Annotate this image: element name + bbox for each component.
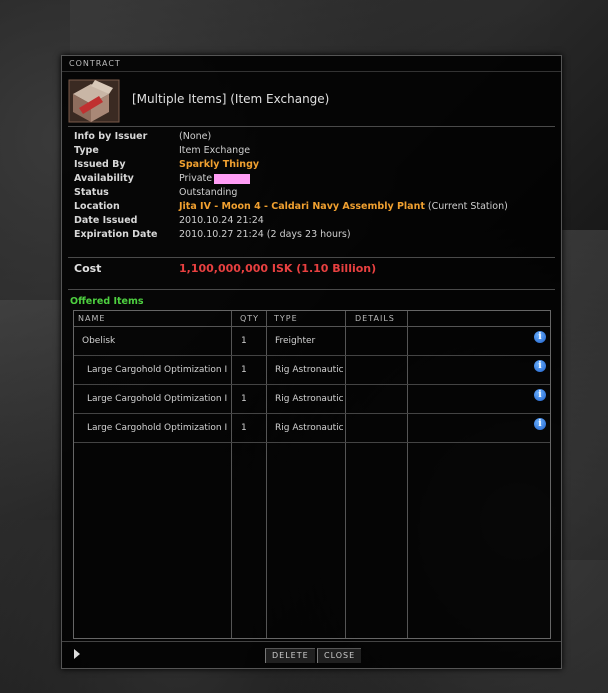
- column-header-qty[interactable]: QTY: [236, 311, 259, 326]
- info-label: Location: [74, 201, 120, 212]
- table-header: NAME QTY TYPE DETAILS: [74, 311, 550, 327]
- expand-arrow-icon[interactable]: [74, 649, 80, 659]
- cost-bottom-divider: [68, 289, 555, 290]
- availability-text: Private: [179, 173, 213, 184]
- info-value: 2010.10.24 21:24: [179, 215, 264, 226]
- location-suffix: (Current Station): [427, 201, 508, 212]
- contract-window[interactable]: CONTRACT [Multiple Items] (Item Exchange…: [61, 55, 562, 669]
- item-name: Obelisk: [82, 336, 116, 346]
- info-row-issuer-info: Info by Issuer (None): [74, 130, 554, 144]
- contract-item-exchange-icon: [68, 79, 120, 123]
- info-icon[interactable]: i: [534, 331, 546, 343]
- info-row-type: Type Item Exchange: [74, 144, 554, 158]
- info-row-location: Location Jita IV - Moon 4 - Caldari Navy…: [74, 200, 554, 214]
- cost-label: Cost: [74, 262, 102, 275]
- contract-header: [Multiple Items] (Item Exchange): [62, 72, 561, 127]
- item-qty: 1: [241, 336, 247, 346]
- item-type: Rig Astronautic: [275, 365, 344, 375]
- info-row-expiration-date: Expiration Date 2010.10.27 21:24 (2 days…: [74, 228, 554, 242]
- item-type: Rig Astronautic: [275, 423, 344, 433]
- header-divider: [68, 126, 555, 127]
- item-type: Rig Astronautic: [275, 394, 344, 404]
- info-icon[interactable]: i: [534, 389, 546, 401]
- item-qty: 1: [241, 423, 247, 433]
- item-qty: 1: [241, 394, 247, 404]
- info-value: (None): [179, 131, 212, 142]
- window-footer: DELETE CLOSE: [62, 641, 561, 668]
- info-value: Outstanding: [179, 187, 238, 198]
- column-header-type[interactable]: TYPE: [270, 311, 298, 326]
- availability-value: Private: [179, 172, 251, 186]
- info-icon[interactable]: i: [534, 360, 546, 372]
- item-name: Large Cargohold Optimization I: [87, 423, 228, 433]
- redacted-name-box: [214, 173, 251, 184]
- info-label: Issued By: [74, 159, 126, 170]
- info-label: Status: [74, 187, 109, 198]
- info-label: Expiration Date: [74, 229, 158, 240]
- location-link[interactable]: Jita IV - Moon 4 - Caldari Navy Assembly…: [179, 201, 425, 212]
- info-label: Date Issued: [74, 215, 138, 226]
- info-row-availability: Availability Private: [74, 172, 554, 186]
- info-label: Type: [74, 145, 99, 156]
- column-header-details[interactable]: DETAILS: [351, 311, 395, 326]
- offered-items-label: Offered Items: [70, 296, 144, 307]
- info-label: Info by Issuer: [74, 131, 148, 142]
- offered-items-table: NAME QTY TYPE DETAILS Obelisk 1 Freighte…: [73, 310, 551, 639]
- info-value: 2010.10.27 21:24 (2 days 23 hours): [179, 229, 351, 240]
- info-value: Item Exchange: [179, 145, 251, 156]
- table-row[interactable]: Large Cargohold Optimization I 1 Rig Ast…: [74, 414, 550, 443]
- item-qty: 1: [241, 365, 247, 375]
- info-label: Availability: [74, 173, 134, 184]
- info-row-status: Status Outstanding: [74, 186, 554, 200]
- info-row-date-issued: Date Issued 2010.10.24 21:24: [74, 214, 554, 228]
- item-name: Large Cargohold Optimization I: [87, 365, 228, 375]
- table-row[interactable]: Large Cargohold Optimization I 1 Rig Ast…: [74, 385, 550, 414]
- location-value: Jita IV - Moon 4 - Caldari Navy Assembly…: [179, 200, 508, 214]
- table-row[interactable]: Obelisk 1 Freighter i: [74, 327, 550, 356]
- window-titlebar[interactable]: CONTRACT: [62, 56, 561, 72]
- issuer-link[interactable]: Sparkly Thingy: [179, 158, 259, 172]
- cost-top-divider: [68, 257, 555, 258]
- table-row[interactable]: Large Cargohold Optimization I 1 Rig Ast…: [74, 356, 550, 385]
- cost-row: Cost 1,100,000,000 ISK (1.10 Billion): [74, 262, 554, 278]
- cost-value: 1,100,000,000 ISK (1.10 Billion): [179, 262, 377, 275]
- info-icon[interactable]: i: [534, 418, 546, 430]
- close-button[interactable]: CLOSE: [317, 648, 362, 663]
- contract-info: Info by Issuer (None) Type Item Exchange…: [74, 130, 554, 242]
- info-row-issued-by: Issued By Sparkly Thingy: [74, 158, 554, 172]
- column-header-name[interactable]: NAME: [74, 311, 228, 326]
- delete-button[interactable]: DELETE: [265, 648, 315, 663]
- contract-title: [Multiple Items] (Item Exchange): [132, 92, 330, 106]
- item-name: Large Cargohold Optimization I: [87, 394, 228, 404]
- item-type: Freighter: [275, 336, 316, 346]
